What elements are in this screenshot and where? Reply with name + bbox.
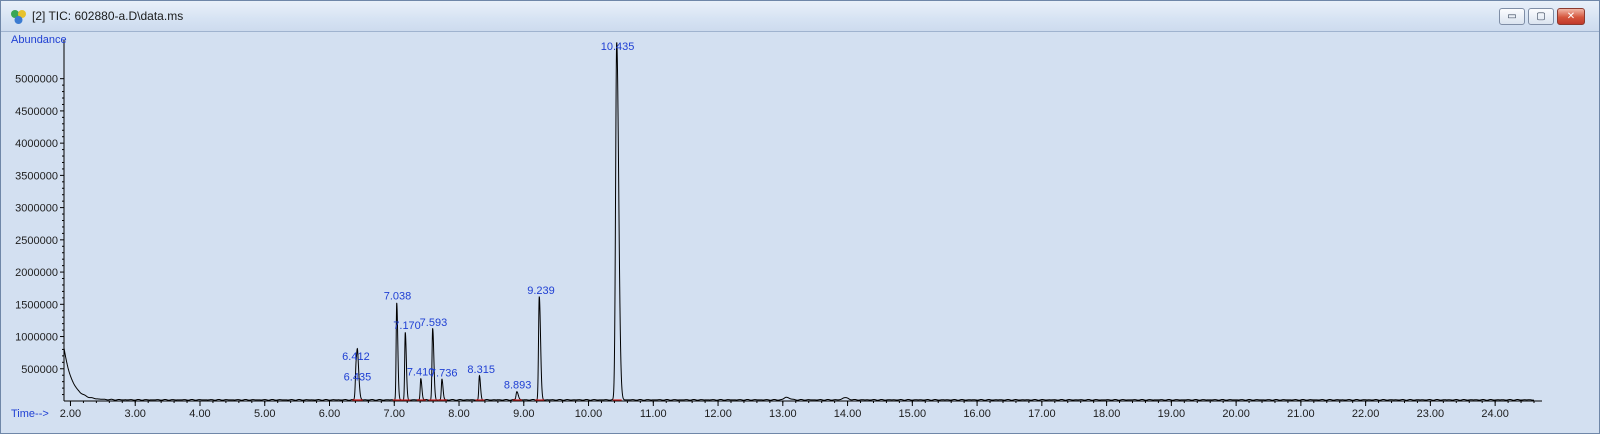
window-title: [2] TIC: 602880-a.D\data.ms bbox=[32, 9, 184, 23]
peak-label-6-435[interactable]: 6.435 bbox=[344, 372, 372, 384]
x-tick-label: 3.00 bbox=[125, 408, 146, 420]
y-tick-label: 3500000 bbox=[15, 170, 58, 182]
x-tick-label: 23.00 bbox=[1417, 408, 1445, 420]
y-tick-label: 4000000 bbox=[15, 138, 58, 150]
x-tick-label: 16.00 bbox=[963, 408, 991, 420]
x-tick-label: 22.00 bbox=[1352, 408, 1380, 420]
x-tick-label: 9.00 bbox=[513, 408, 534, 420]
chromatogram-plot-area[interactable]: Abundance Time--> 500000 1000000 1500000 2000… bbox=[6, 32, 1594, 432]
x-tick-label: 15.00 bbox=[899, 408, 927, 420]
y-tick-label: 1000000 bbox=[15, 332, 58, 344]
peak-label-7-038[interactable]: 7.038 bbox=[384, 290, 412, 302]
x-tick-label: 5.00 bbox=[254, 408, 275, 420]
peak-label-7-736[interactable]: 7.736 bbox=[430, 367, 458, 379]
y-tick-label: 4500000 bbox=[15, 106, 58, 118]
y-tick-label: 1500000 bbox=[15, 299, 58, 311]
y-tick-label: 5000000 bbox=[15, 74, 58, 86]
x-tick-label: 12.00 bbox=[704, 408, 732, 420]
chromatogram-window: [2] TIC: 602880-a.D\data.ms ▭ ▢ ✕ Abunda… bbox=[0, 0, 1600, 434]
x-axis-title: Time--> bbox=[11, 408, 49, 420]
x-tick-label: 20.00 bbox=[1222, 408, 1250, 420]
y-tick-label: 500000 bbox=[21, 364, 58, 376]
x-tick-label: 8.00 bbox=[448, 408, 469, 420]
peak-label-6-412[interactable]: 6.412 bbox=[342, 351, 370, 363]
peak-label-7-170[interactable]: 7.170 bbox=[393, 320, 421, 332]
x-tick-label: 24.00 bbox=[1481, 408, 1509, 420]
x-tick-label: 19.00 bbox=[1158, 408, 1186, 420]
x-tick-label: 21.00 bbox=[1287, 408, 1315, 420]
peak-label-10-435[interactable]: 10.435 bbox=[601, 41, 635, 53]
peak-label-8-893[interactable]: 8.893 bbox=[504, 380, 532, 392]
x-tick-label: 7.00 bbox=[384, 408, 405, 420]
x-tick-label: 14.00 bbox=[834, 408, 862, 420]
x-tick-label: 17.00 bbox=[1028, 408, 1056, 420]
x-tick-label: 13.00 bbox=[769, 408, 797, 420]
x-tick-label: 10.00 bbox=[575, 408, 603, 420]
maximize-button[interactable]: ▢ bbox=[1528, 8, 1554, 25]
tic-chromatogram[interactable]: Abundance Time--> 500000 1000000 1500000 2000… bbox=[6, 32, 1594, 432]
y-tick-label: 2000000 bbox=[15, 267, 58, 279]
y-tick-label: 2500000 bbox=[15, 235, 58, 247]
chromatogram-app-icon bbox=[11, 10, 26, 24]
y-tick-label: 3000000 bbox=[15, 203, 58, 215]
x-tick-label: 2.00 bbox=[60, 408, 81, 420]
tic-trace-line bbox=[63, 42, 1535, 401]
peak-label-7-593[interactable]: 7.593 bbox=[420, 317, 448, 329]
close-button[interactable]: ✕ bbox=[1557, 8, 1585, 25]
minimize-button[interactable]: ▭ bbox=[1499, 8, 1525, 25]
x-tick-label: 4.00 bbox=[189, 408, 210, 420]
y-axis-title: Abundance bbox=[11, 34, 67, 46]
peak-label-8-315[interactable]: 8.315 bbox=[467, 364, 495, 376]
x-tick-label: 18.00 bbox=[1093, 408, 1121, 420]
peak-label-9-239[interactable]: 9.239 bbox=[527, 285, 555, 297]
x-tick-label: 11.00 bbox=[640, 408, 667, 420]
x-tick-label: 6.00 bbox=[319, 408, 340, 420]
title-bar[interactable]: [2] TIC: 602880-a.D\data.ms ▭ ▢ ✕ bbox=[1, 1, 1599, 32]
